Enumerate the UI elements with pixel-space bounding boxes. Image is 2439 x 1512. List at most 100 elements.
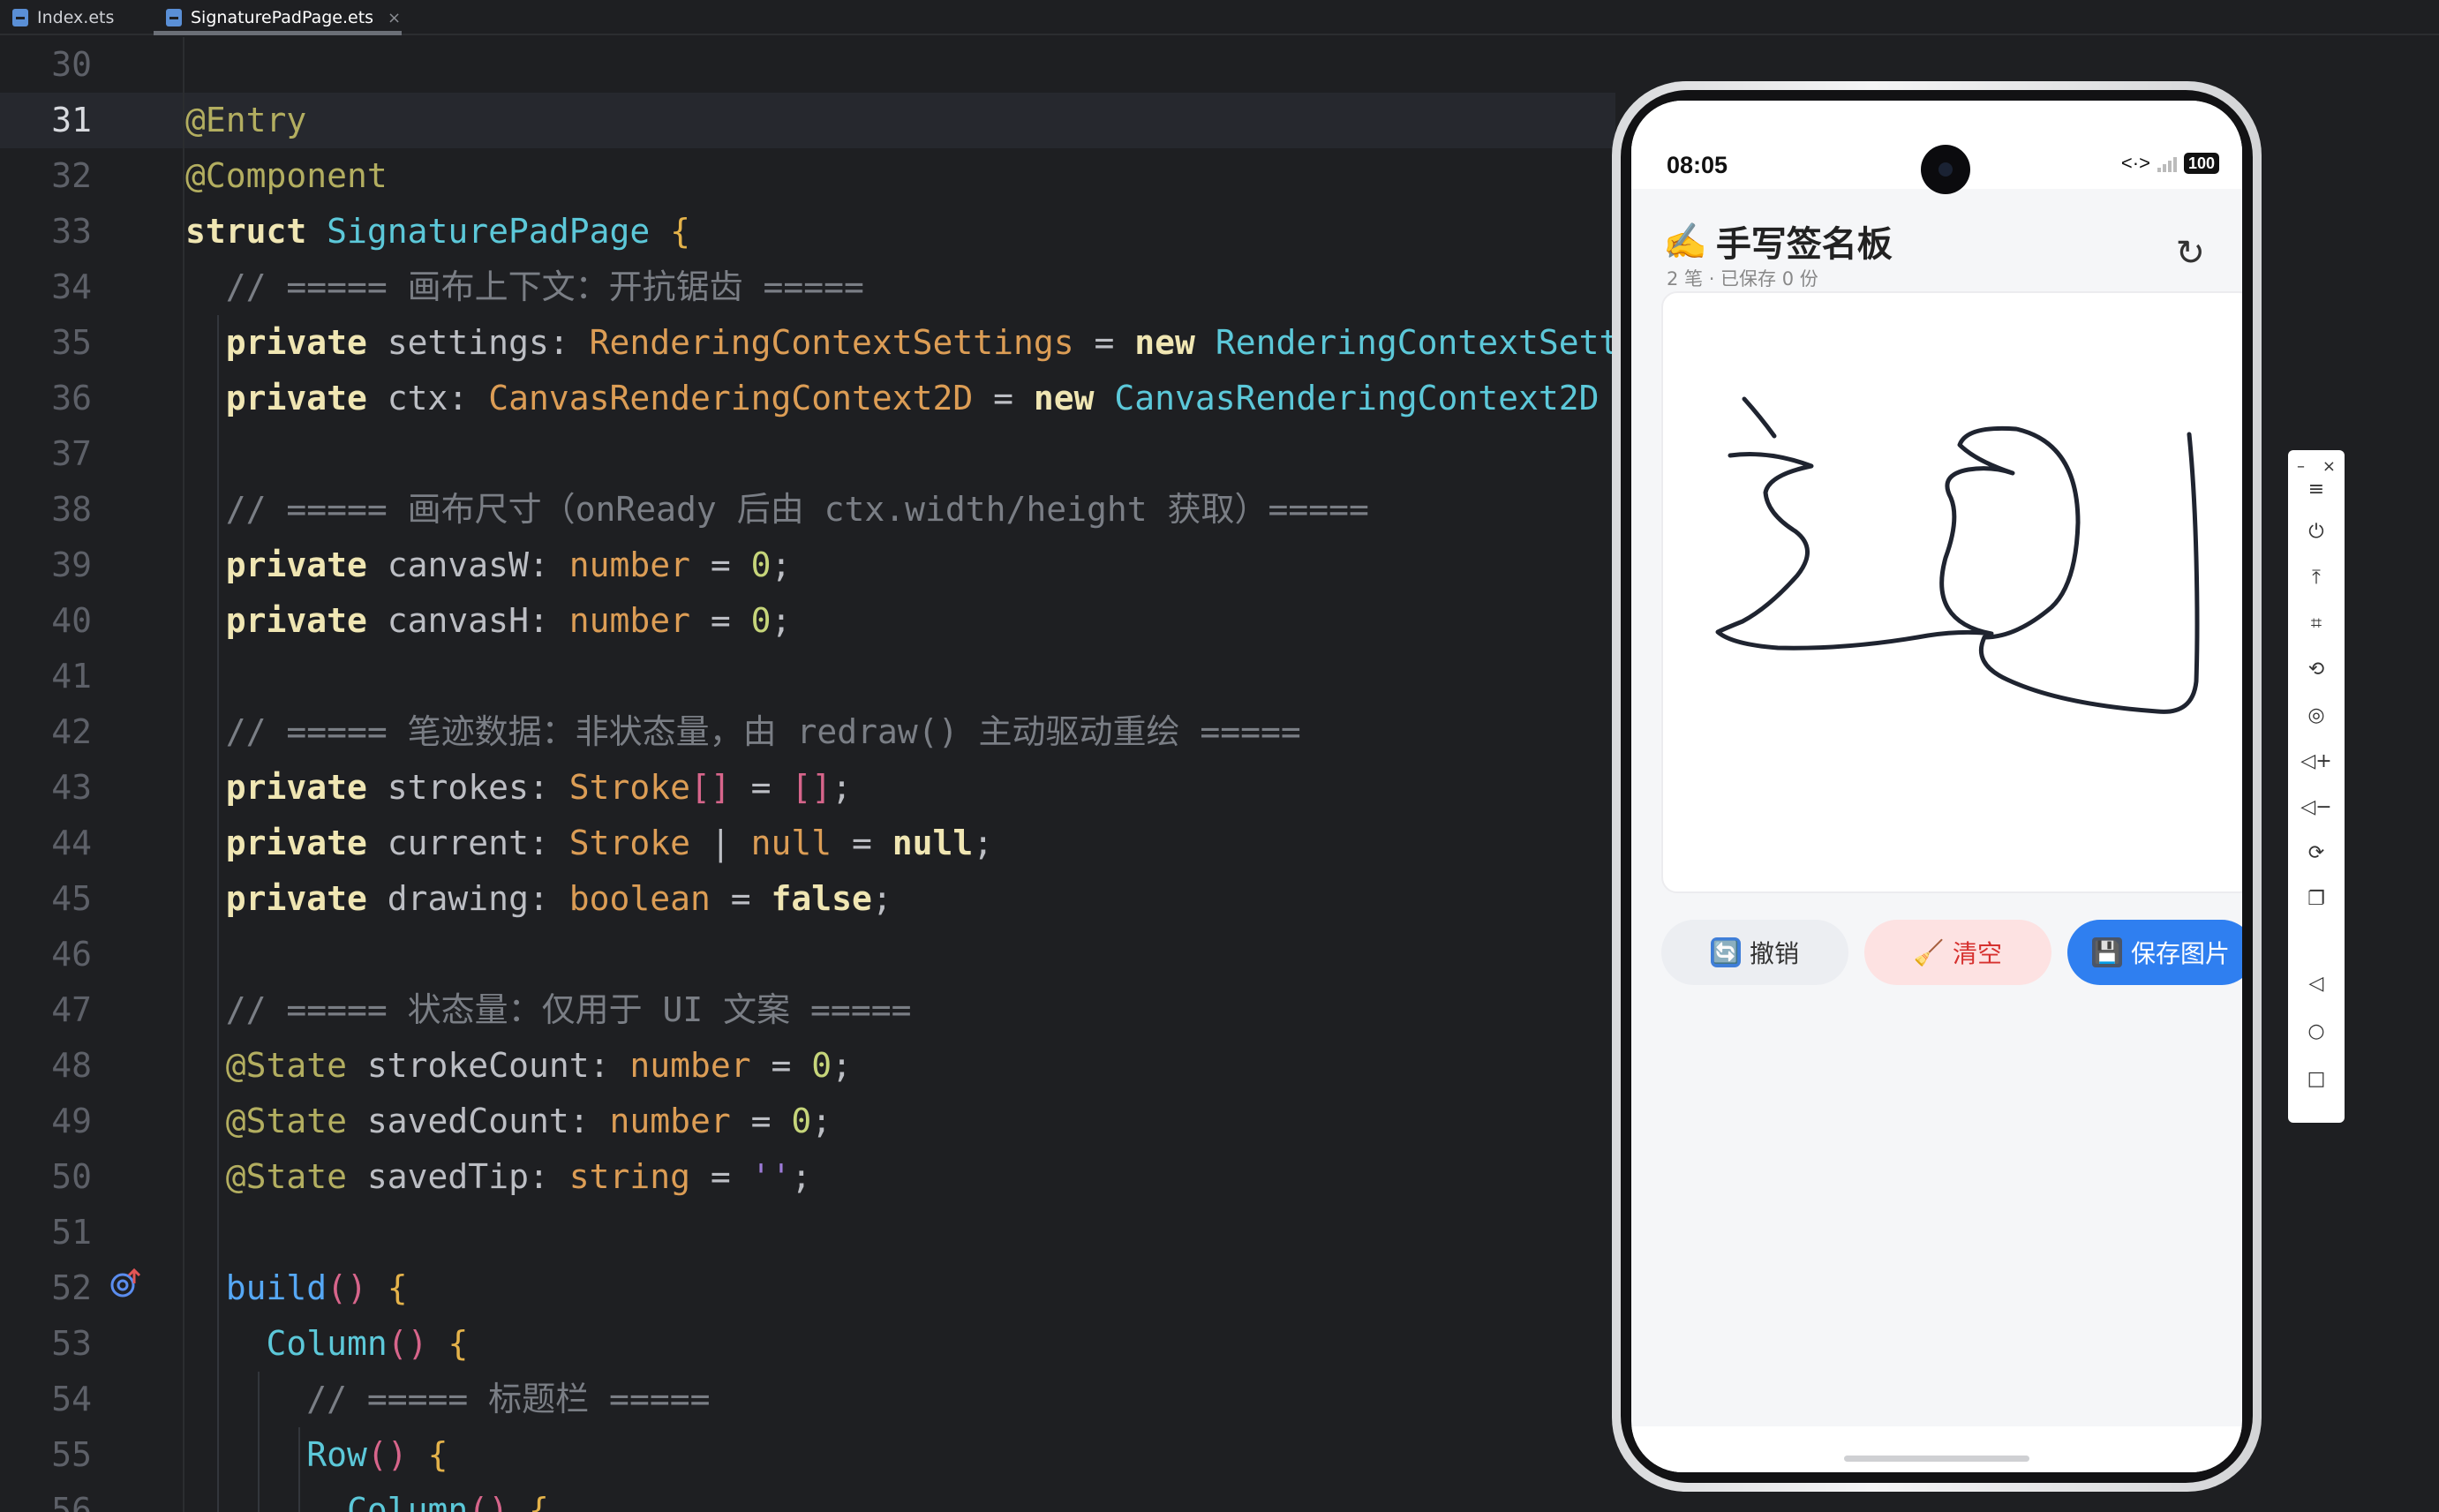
code-token: { [448, 1324, 469, 1363]
volume-down-icon[interactable]: ◁− [2288, 794, 2345, 821]
code-token: // ===== 状态量：仅用于 UI 文案 ===== [225, 990, 912, 1029]
code-text: // ===== 状态量：仅用于 UI 文案 ===== [185, 982, 912, 1038]
volume-up-icon[interactable]: ◁+ [2288, 748, 2345, 775]
code-token: ; [832, 1046, 853, 1085]
code-token: strokeCount: [366, 1046, 630, 1085]
close-icon[interactable]: × [388, 9, 401, 27]
code-line[interactable]: 39 private canvasW: number = 0; [0, 538, 1615, 593]
pin-top-icon[interactable]: ⤒ [2288, 565, 2345, 591]
code-line[interactable]: 43 private strokes: Stroke[] = []; [0, 760, 1615, 816]
code-token: ; [771, 545, 792, 584]
code-token: () [366, 1435, 428, 1474]
line-number: 47 [51, 990, 92, 1029]
code-line[interactable]: 32 @Component [0, 148, 1615, 204]
code-token: SignaturePadPage [327, 212, 671, 251]
refresh-icon[interactable]: ↻ [2175, 233, 2205, 274]
emulator-side-toolbar: – × ≡ ⏻ ⤒ ⌗ ⟲ ◎ ◁+ ◁− ⟳ ❐ ◁ ○ □ [2288, 450, 2345, 1123]
data-transfer-icon: <·> [2120, 152, 2150, 174]
crop-icon[interactable]: ⌗ [2288, 611, 2345, 637]
code-line[interactable]: 50 @State savedTip: string = ''; [0, 1149, 1615, 1205]
code-editor[interactable]: 30 31 @Entry 32 @Component 33 struct Signature… [0, 37, 1615, 1512]
code-text: private canvasW: number = 0; [185, 538, 792, 593]
code-token: { [427, 1435, 448, 1474]
code-token: RenderingContextSett [1215, 323, 1615, 362]
code-text: private ctx: CanvasRenderingContext2D = … [185, 371, 1600, 426]
code-text: @State savedTip: string = ''; [185, 1149, 812, 1205]
line-number: 50 [51, 1157, 92, 1196]
line-number: 42 [51, 712, 92, 751]
line-number: 32 [51, 156, 92, 195]
code-line[interactable]: 51 [0, 1205, 1615, 1260]
code-line[interactable]: 45 private drawing: boolean = false; [0, 871, 1615, 927]
code-token: @Component [185, 156, 388, 195]
line-number: 53 [51, 1324, 92, 1363]
writing-hand-icon: ✍️ [1663, 221, 1707, 262]
code-line[interactable]: 46 [0, 927, 1615, 982]
code-line[interactable]: 30 [0, 37, 1615, 93]
phone-screen[interactable]: 08:05 <·> 100 ✍️ 手写签名板 2 笔 · 已保存 0 份 ↻ 🔄 [1631, 101, 2242, 1472]
code-text: // ===== 画布尺寸（onReady 后由 ctx.width/heigh… [185, 482, 1369, 538]
close-icon[interactable]: × [2322, 457, 2336, 476]
line-number: 51 [51, 1213, 92, 1252]
line-number: 34 [51, 267, 92, 306]
code-line[interactable]: 34 // ===== 画布上下文：开抗锯齿 ===== [0, 260, 1615, 315]
code-line[interactable]: 41 [0, 649, 1615, 704]
save-image-button[interactable]: 💾 保存图片 [2067, 920, 2242, 985]
code-line[interactable]: 37 [0, 426, 1615, 482]
minimize-icon[interactable]: – [2297, 457, 2305, 476]
code-token: = [750, 1046, 812, 1085]
code-line[interactable]: 40 private canvasH: number = 0; [0, 593, 1615, 649]
code-text: @State strokeCount: number = 0; [185, 1038, 852, 1094]
signal-icon [2157, 154, 2177, 172]
code-token: string [568, 1157, 690, 1196]
line-number: 39 [51, 545, 92, 584]
code-line[interactable]: 48 @State strokeCount: number = 0; [0, 1038, 1615, 1094]
code-line[interactable]: 54 // ===== 标题栏 ===== [0, 1372, 1615, 1427]
back-icon[interactable]: ◁ [2288, 971, 2345, 997]
file-icon [12, 9, 28, 26]
screenshot-icon[interactable]: ◎ [2288, 703, 2345, 729]
menu-icon[interactable]: ≡ [2288, 477, 2345, 503]
home-indicator[interactable] [1844, 1456, 2029, 1462]
code-line[interactable]: 53 Column() { [0, 1316, 1615, 1372]
code-line[interactable]: 33 struct SignaturePadPage { [0, 204, 1615, 260]
multi-window-icon[interactable]: ❐ [2288, 886, 2345, 913]
code-line[interactable]: 49 @State savedCount: number = 0; [0, 1094, 1615, 1149]
code-line[interactable]: 31 @Entry [0, 93, 1615, 148]
code-line[interactable]: 52 build() { [0, 1260, 1615, 1316]
save-label: 保存图片 [2130, 939, 2230, 968]
code-line[interactable]: 36 private ctx: CanvasRenderingContext2D… [0, 371, 1615, 426]
signature-canvas[interactable] [1661, 291, 2242, 893]
shake-icon[interactable]: ⟳ [2288, 840, 2345, 867]
undo-button[interactable]: 🔄 撤销 [1661, 920, 1848, 985]
code-line[interactable]: 55 Row() { [0, 1427, 1615, 1483]
code-token: () [468, 1491, 529, 1512]
code-line[interactable]: 38 // ===== 画布尺寸（onReady 后由 ctx.width/he… [0, 482, 1615, 538]
clear-button[interactable]: 🧹 清空 [1864, 920, 2051, 985]
code-token: = [730, 1102, 792, 1140]
code-line[interactable]: 35 private settings: RenderingContextSet… [0, 315, 1615, 371]
code-line[interactable]: 47 // ===== 状态量：仅用于 UI 文案 ===== [0, 982, 1615, 1038]
code-token: ctx: [387, 379, 489, 417]
code-line[interactable]: 56 Column() { [0, 1483, 1615, 1512]
code-line[interactable]: 44 private current: Stroke | null = null… [0, 816, 1615, 871]
home-icon[interactable]: ○ [2288, 1019, 2345, 1045]
tab-signature-pad-page[interactable]: SignaturePadPage.ets × [166, 0, 401, 35]
code-token: [] [689, 768, 731, 807]
recents-icon[interactable]: □ [2288, 1066, 2345, 1093]
code-token: ; [791, 1157, 812, 1196]
code-token: strokes: [387, 768, 569, 807]
code-token: current: [387, 824, 569, 862]
code-token: () [387, 1324, 448, 1363]
implementation-gutter-icon[interactable] [109, 1268, 145, 1299]
tab-index-ets[interactable]: Index.ets [12, 0, 114, 35]
power-icon[interactable]: ⏻ [2288, 519, 2345, 545]
code-line[interactable]: 42 // ===== 笔迹数据：非状态量，由 redraw() 主动驱动重绘 … [0, 704, 1615, 760]
rotate-icon[interactable]: ⟲ [2288, 657, 2345, 683]
